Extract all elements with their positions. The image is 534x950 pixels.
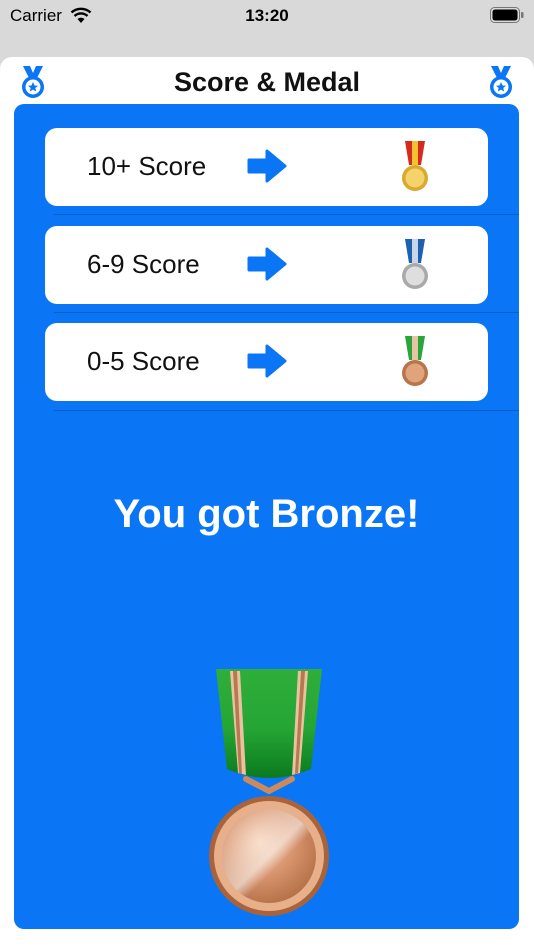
arrow-right-icon [247,344,287,378]
score-range-label: 10+ Score [87,151,207,181]
gold-medal-icon [402,141,428,191]
modal-sheet: Score & Medal 10+ Score 6-9 Score 0-5 Sc… [0,57,534,950]
silver-medal-icon [402,239,428,289]
score-range-label: 0-5 Score [87,346,200,376]
bronze-medal-icon [402,336,428,386]
divider [54,214,519,215]
result-message: You got Bronze! [113,492,420,536]
status-time: 13:20 [245,6,289,25]
bronze-medal-icon [209,669,329,916]
status-bar: Carrier 13:20 [0,0,534,40]
medal-badge-icon[interactable] [486,65,516,99]
score-row-gold[interactable]: 10+ Score [45,128,488,206]
divider [54,312,519,313]
score-row-bronze[interactable]: 0-5 Score [45,323,488,401]
score-range-label: 6-9 Score [87,249,200,279]
page-title: Score & Medal [173,67,361,97]
battery-icon [490,7,524,23]
arrow-right-icon [247,149,287,183]
score-row-silver[interactable]: 6-9 Score [45,226,488,304]
arrow-right-icon [247,247,287,281]
score-panel: 10+ Score 6-9 Score 0-5 Score You got Br… [14,104,519,929]
divider [54,410,519,411]
